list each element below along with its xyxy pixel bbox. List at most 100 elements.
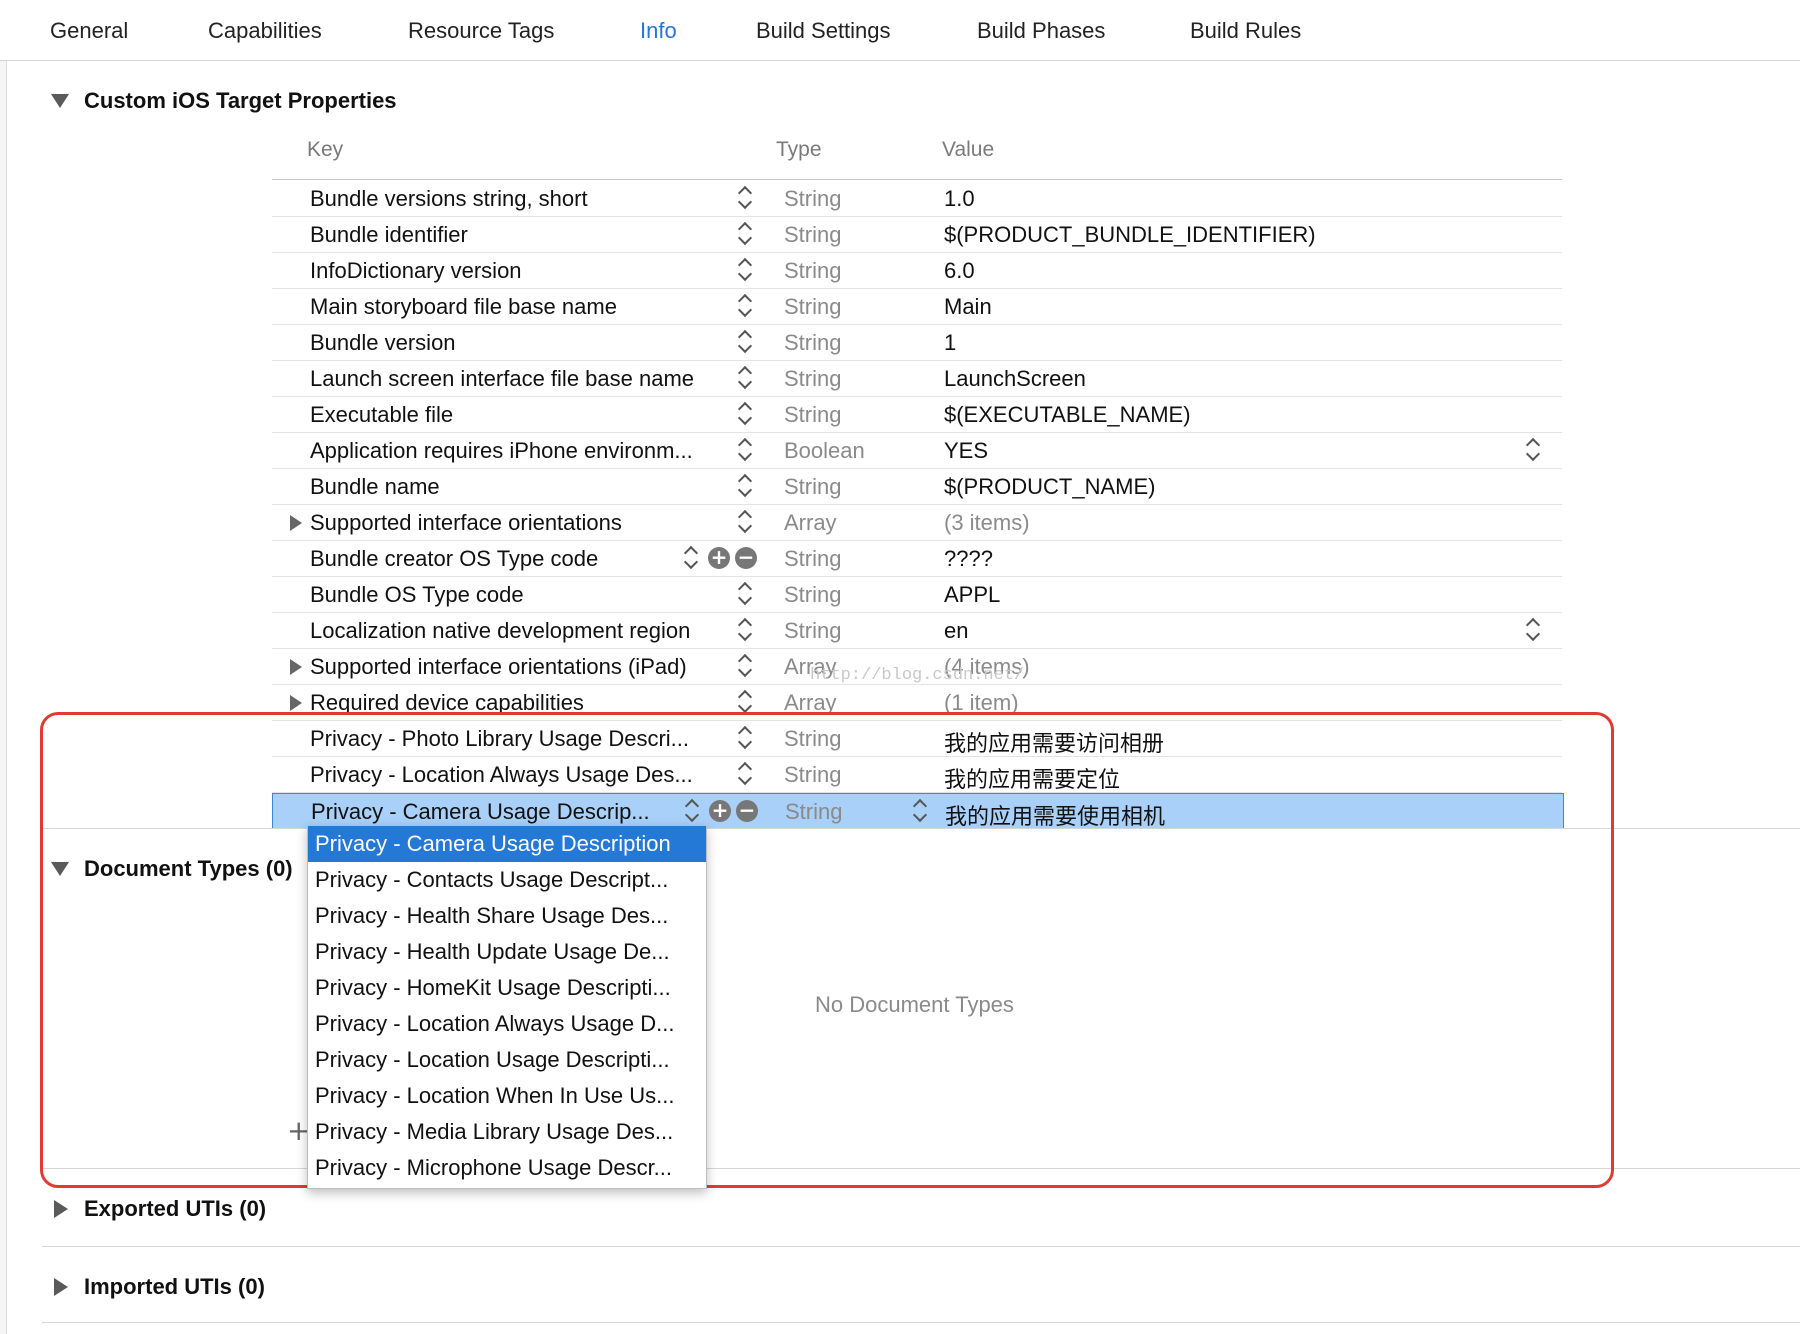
property-key[interactable]: Localization native development region: [310, 618, 690, 644]
tab-resource-tags[interactable]: Resource Tags: [408, 18, 554, 44]
property-value[interactable]: $(PRODUCT_NAME): [944, 474, 1155, 500]
dropdown-item[interactable]: Privacy - Media Library Usage Des...: [308, 1114, 706, 1150]
add-row-icon[interactable]: +: [708, 547, 730, 569]
property-key[interactable]: Application requires iPhone environm...: [310, 438, 693, 464]
tab-build-phases[interactable]: Build Phases: [977, 18, 1105, 44]
column-header-value[interactable]: Value: [942, 138, 994, 162]
property-value[interactable]: APPL: [944, 582, 1000, 608]
property-key[interactable]: Supported interface orientations (iPad): [310, 654, 687, 680]
property-row[interactable]: Launch screen interface file base name S…: [272, 361, 1562, 397]
property-key[interactable]: Launch screen interface file base name: [310, 366, 694, 392]
key-stepper-icon[interactable]: [738, 221, 752, 247]
dropdown-item[interactable]: Privacy - Camera Usage Description: [308, 826, 706, 862]
key-stepper-icon[interactable]: [738, 401, 752, 427]
property-type[interactable]: String: [784, 186, 841, 212]
property-value[interactable]: 1: [944, 330, 956, 356]
tab-build-rules[interactable]: Build Rules: [1190, 18, 1301, 44]
expand-triangle-icon[interactable]: [290, 695, 302, 711]
dropdown-item[interactable]: Privacy - Health Share Usage Des...: [308, 898, 706, 934]
expand-triangle-icon[interactable]: [290, 515, 302, 531]
dropdown-item[interactable]: Privacy - Location Always Usage D...: [308, 1006, 706, 1042]
section-divider: [42, 1322, 1800, 1323]
property-key[interactable]: Bundle version: [310, 330, 456, 356]
property-type[interactable]: String: [784, 618, 841, 644]
property-value[interactable]: (3 items): [944, 510, 1030, 536]
key-stepper-icon[interactable]: [738, 473, 752, 499]
property-row[interactable]: Bundle name String $(PRODUCT_NAME): [272, 469, 1562, 505]
key-autocomplete-dropdown[interactable]: Privacy - Camera Usage Description Priva…: [307, 825, 707, 1189]
key-stepper-icon[interactable]: [738, 329, 752, 355]
property-key[interactable]: Bundle name: [310, 474, 440, 500]
property-row[interactable]: Supported interface orientations Array (…: [272, 505, 1562, 541]
disclosure-closed-icon[interactable]: [54, 1278, 68, 1296]
property-row[interactable]: Localization native development region S…: [272, 613, 1562, 649]
tab-general[interactable]: General: [50, 18, 128, 44]
section-divider: [42, 1246, 1800, 1247]
property-value[interactable]: LaunchScreen: [944, 366, 1086, 392]
key-stepper-icon[interactable]: [684, 545, 698, 571]
key-stepper-icon[interactable]: [738, 653, 752, 679]
column-header-type[interactable]: Type: [776, 138, 822, 162]
property-row[interactable]: Application requires iPhone environm... …: [272, 433, 1562, 469]
property-type[interactable]: String: [784, 222, 841, 248]
remove-row-icon[interactable]: −: [735, 547, 757, 569]
property-key[interactable]: Bundle OS Type code: [310, 582, 524, 608]
property-value[interactable]: ????: [944, 546, 993, 572]
property-row[interactable]: Bundle version String 1: [272, 325, 1562, 361]
property-type[interactable]: String: [784, 258, 841, 284]
tab-build-settings[interactable]: Build Settings: [756, 18, 891, 44]
property-type[interactable]: String: [784, 402, 841, 428]
property-value[interactable]: 1.0: [944, 186, 975, 212]
property-type[interactable]: String: [784, 330, 841, 356]
key-stepper-icon[interactable]: [738, 581, 752, 607]
property-type[interactable]: String: [784, 546, 841, 572]
property-type[interactable]: String: [784, 474, 841, 500]
key-stepper-icon[interactable]: [738, 365, 752, 391]
dropdown-item[interactable]: Privacy - Microphone Usage Descr...: [308, 1150, 706, 1186]
property-row[interactable]: InfoDictionary version String 6.0: [272, 253, 1562, 289]
key-stepper-icon[interactable]: [738, 437, 752, 463]
property-row[interactable]: Bundle versions string, short String 1.0: [272, 181, 1562, 217]
property-key[interactable]: Main storyboard file base name: [310, 294, 617, 320]
column-header-key[interactable]: Key: [307, 138, 343, 162]
dropdown-item[interactable]: Privacy - Location Usage Descripti...: [308, 1042, 706, 1078]
disclosure-closed-icon[interactable]: [54, 1200, 68, 1218]
property-value[interactable]: en: [944, 618, 968, 644]
property-type[interactable]: String: [784, 582, 841, 608]
key-stepper-icon[interactable]: [738, 257, 752, 283]
dropdown-item[interactable]: Privacy - Location When In Use Us...: [308, 1078, 706, 1114]
property-value[interactable]: YES: [944, 438, 988, 464]
property-row[interactable]: Bundle identifier String $(PRODUCT_BUNDL…: [272, 217, 1562, 253]
property-type[interactable]: String: [784, 294, 841, 320]
property-row[interactable]: Bundle creator OS Type code + − String ?…: [272, 541, 1562, 577]
tab-info[interactable]: Info: [640, 18, 677, 44]
disclosure-open-icon[interactable]: [51, 94, 69, 108]
dropdown-item[interactable]: Privacy - Contacts Usage Descript...: [308, 862, 706, 898]
property-row[interactable]: Main storyboard file base name String Ma…: [272, 289, 1562, 325]
dropdown-item[interactable]: Privacy - HomeKit Usage Descripti...: [308, 970, 706, 1006]
expand-triangle-icon[interactable]: [290, 659, 302, 675]
tab-capabilities[interactable]: Capabilities: [208, 18, 322, 44]
key-stepper-icon[interactable]: [738, 509, 752, 535]
key-stepper-icon[interactable]: [738, 617, 752, 643]
property-type[interactable]: String: [784, 366, 841, 392]
property-value[interactable]: Main: [944, 294, 992, 320]
dropdown-item[interactable]: Privacy - Health Update Usage De...: [308, 934, 706, 970]
property-row[interactable]: Executable file String $(EXECUTABLE_NAME…: [272, 397, 1562, 433]
property-key[interactable]: Supported interface orientations: [310, 510, 622, 536]
property-value[interactable]: 6.0: [944, 258, 975, 284]
property-type[interactable]: Boolean: [784, 438, 865, 464]
property-value[interactable]: $(EXECUTABLE_NAME): [944, 402, 1191, 428]
property-type[interactable]: Array: [784, 510, 837, 536]
property-key[interactable]: Bundle versions string, short: [310, 186, 588, 212]
key-stepper-icon[interactable]: [738, 185, 752, 211]
property-key[interactable]: Bundle identifier: [310, 222, 468, 248]
property-key[interactable]: Bundle creator OS Type code: [310, 546, 598, 572]
value-popup-stepper-icon[interactable]: [1526, 437, 1540, 463]
property-key[interactable]: InfoDictionary version: [310, 258, 522, 284]
property-key[interactable]: Executable file: [310, 402, 453, 428]
key-stepper-icon[interactable]: [738, 293, 752, 319]
property-row[interactable]: Bundle OS Type code String APPL: [272, 577, 1562, 613]
property-value[interactable]: $(PRODUCT_BUNDLE_IDENTIFIER): [944, 222, 1316, 248]
value-popup-stepper-icon[interactable]: [1526, 617, 1540, 643]
